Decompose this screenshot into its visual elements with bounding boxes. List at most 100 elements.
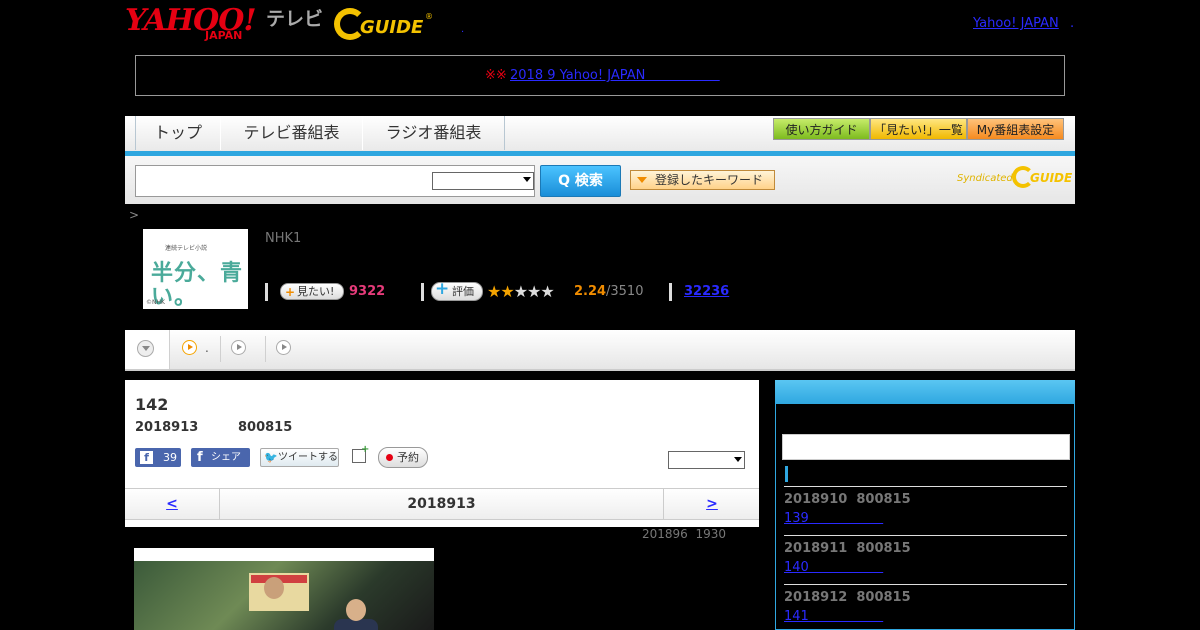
registered-mark: ® — [425, 12, 433, 21]
list-item-date: 2018911 800815 — [784, 541, 911, 556]
plus-icon: + — [435, 279, 450, 299]
gguide-logo-text: GUIDE — [360, 17, 424, 38]
tv-section-label[interactable]: テレビ — [266, 8, 323, 30]
search-button[interactable]: Q 検索 — [540, 165, 621, 197]
stat-divider — [265, 283, 268, 301]
list-item: 2018911 800815 140 — [784, 535, 1067, 584]
thumbnail-title: 半分、青い。 — [151, 260, 244, 310]
notice-link[interactable]: 2018 9 Yahoo! JAPAN — [510, 68, 720, 83]
facebook-like-count: 39 — [163, 451, 177, 464]
syndicated-gguide-logo: GUIDE — [1030, 171, 1073, 185]
stat-divider — [669, 283, 672, 301]
yahoo-logo-subtext: JAPAN — [205, 29, 243, 42]
mitai-label: 見たい! — [297, 285, 335, 298]
stat-divider — [421, 283, 424, 301]
list-item-date: 2018910 800815 — [784, 492, 911, 507]
update-timestamp: 201896 1930 — [642, 527, 726, 541]
notice-box: ※※ 2018 9 Yahoo! JAPAN — [135, 55, 1065, 96]
list-item-link[interactable]: 139 — [784, 511, 883, 527]
list-item-link[interactable]: 140 — [784, 560, 883, 576]
next-day-link[interactable]: > — [663, 489, 760, 519]
header-link-dot: . — [1070, 16, 1075, 31]
recorder-select[interactable] — [668, 451, 745, 469]
sidebar-section-marker — [785, 466, 788, 482]
facebook-like-button[interactable]: f 39 — [135, 448, 181, 467]
day-navigation: < 2018913 > — [125, 488, 759, 520]
episode-time: 800815 — [238, 420, 293, 435]
facebook-icon: f — [140, 451, 153, 464]
content-tab-bar: . — [125, 330, 1075, 371]
syndicated-label: Syndicated — [957, 173, 1013, 184]
list-item-link[interactable]: 141 — [784, 609, 883, 625]
tab-play-1[interactable]: . — [170, 336, 221, 362]
scene-person — [264, 577, 284, 599]
episode-number: 142 — [135, 395, 169, 414]
rate-button[interactable]: + 評価 — [431, 279, 483, 301]
tab-play-3[interactable] — [266, 336, 310, 362]
facebook-share-label: シェア — [211, 452, 241, 463]
rating-stars: ★★★★★ — [487, 282, 555, 301]
sidebar-input[interactable] — [782, 434, 1070, 460]
list-item: 2018912 800815 141 — [784, 584, 1067, 629]
notice-marks: ※※ — [485, 68, 507, 83]
triangle-down-icon — [637, 177, 647, 183]
reserve-label: 予約 — [397, 451, 419, 464]
breadcrumb: > — [129, 208, 140, 222]
thumbnail-copyright: ©NHK — [146, 299, 165, 306]
registered-keywords-label: 登録したキーワード — [655, 173, 764, 187]
search-bar: Q 検索 登録したキーワード Syndicated GUIDE — [125, 156, 1075, 204]
gguide-logo[interactable]: GUIDE ® — [334, 8, 434, 42]
rate-label: 評価 — [452, 285, 474, 298]
tweet-label: ツイートする — [278, 452, 338, 463]
rating-score: 2.24 — [574, 284, 607, 299]
mitai-button[interactable]: + 見たい! — [280, 283, 344, 300]
my-listings-settings-button[interactable]: My番組表設定 — [967, 118, 1064, 140]
comments-count-link[interactable]: 32236 — [684, 284, 729, 300]
episode-scene-photo — [134, 548, 434, 630]
tab-menu-toggle[interactable] — [125, 330, 170, 369]
yahoo-japan-logo[interactable]: YAHOO! JAPAN — [125, 6, 263, 42]
tweet-button[interactable]: 🐦 ツイートする — [260, 448, 339, 467]
nav-tab-tv-listings[interactable]: テレビ番組表 — [220, 116, 363, 150]
twitter-bird-icon: 🐦 — [264, 451, 278, 464]
facebook-icon: f — [197, 450, 203, 465]
episode-panel: 142 2018913 800815 f 39 f シェア 🐦 ツイートする +… — [125, 380, 759, 527]
record-reserve-button[interactable]: 予約 — [378, 447, 428, 468]
tab-label: . — [205, 341, 209, 355]
sidebar-header — [775, 380, 1075, 404]
chevron-down-icon — [523, 177, 531, 182]
record-dot-icon — [386, 454, 393, 461]
rating-total: /3510 — [606, 284, 644, 299]
yahoo-japan-link[interactable]: Yahoo! JAPAN — [973, 16, 1059, 31]
nav-tab-top[interactable]: トップ — [135, 116, 221, 150]
search-category-select[interactable] — [432, 172, 534, 190]
scene-person — [346, 599, 366, 621]
episode-date: 2018913 — [135, 420, 199, 435]
nav-tab-radio-listings[interactable]: ラジオ番組表 — [362, 116, 505, 150]
usage-guide-button[interactable]: 使い方ガイド — [773, 118, 870, 140]
thumbnail-subtitle: 連続テレビ小説 — [165, 245, 208, 252]
global-nav: トップ テレビ番組表 ラジオ番組表 使い方ガイド 「見たい!」一覧 My番組表設… — [125, 116, 1075, 153]
list-item-date: 2018912 800815 — [784, 590, 911, 605]
header-dot: . — [461, 24, 465, 35]
play-icon — [231, 340, 246, 355]
program-thumbnail: 連続テレビ小説 半分、青い。 ©NHK — [143, 229, 248, 309]
star-filled-icon: ★★ — [487, 282, 515, 301]
list-item: 2018910 800815 139 — [784, 486, 1067, 535]
play-icon — [182, 340, 197, 355]
add-to-calendar-icon[interactable]: + — [352, 445, 369, 463]
sidebar-episode-list: 2018910 800815 139 2018911 800815 140 20… — [775, 404, 1075, 630]
star-empty-icon: ★★★ — [513, 282, 555, 301]
mitai-list-button[interactable]: 「見たい!」一覧 — [870, 118, 967, 140]
channel-name: NHK1 — [265, 231, 302, 246]
tab-play-2[interactable] — [221, 336, 266, 362]
chevron-down-icon — [734, 457, 742, 462]
play-icon — [276, 340, 291, 355]
chevron-down-icon — [137, 340, 154, 357]
previous-day-link[interactable]: < — [125, 489, 220, 519]
plus-icon: + — [361, 444, 370, 455]
registered-keywords-button[interactable]: 登録したキーワード — [630, 170, 775, 190]
scene-image — [134, 561, 434, 630]
current-day-label: 2018913 — [407, 496, 476, 512]
facebook-share-button[interactable]: f シェア — [191, 448, 250, 467]
